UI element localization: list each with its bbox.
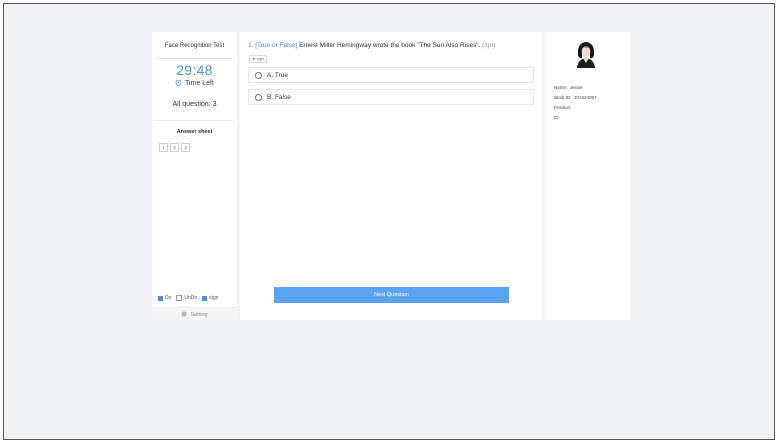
option-label: A. True	[267, 71, 288, 79]
sign-tag-label: sign	[256, 56, 265, 61]
profile-panel: Name: Jessie Work ID: 201624097 Position…	[545, 32, 630, 320]
profile-name-row: Name: Jessie	[554, 85, 583, 90]
alarm-clock-icon	[175, 79, 182, 88]
profile-work-id: 201624097	[573, 95, 597, 100]
profile-workid-row: Work ID: 201624097	[554, 95, 597, 100]
do-swatch	[158, 295, 163, 301]
legend-do: Do	[165, 295, 172, 301]
radio-button[interactable]	[255, 93, 262, 101]
profile-id-row: ID:	[554, 115, 560, 120]
radio-button[interactable]	[255, 71, 262, 79]
left-panel: Face Recognition Test 29:48 Time Left Al…	[152, 32, 237, 321]
next-question-button[interactable]: Next Question	[274, 287, 509, 303]
option-b[interactable]: B. False	[248, 89, 534, 105]
question-title: 1. [True or False] Ernest Miller Hemingw…	[248, 42, 496, 49]
countdown-timer: 29:48	[176, 62, 213, 78]
legend-sign: sign	[209, 295, 219, 301]
question-text: Ernest Miller Hemingway wrote the book "…	[299, 42, 481, 49]
profile-info: Name: Jessie Work ID: 201624097 Position…	[554, 83, 596, 123]
profile-name: Jessie	[569, 85, 583, 90]
gear-icon	[181, 310, 188, 319]
user-avatar	[570, 38, 602, 70]
undo-swatch	[176, 295, 183, 301]
answer-sheet-item[interactable]: 1	[159, 143, 168, 152]
status-legend: Do UnDo sign	[158, 295, 218, 301]
answer-sheet-item[interactable]: 3	[181, 143, 190, 152]
setting-button[interactable]: Setting	[152, 307, 237, 321]
divider	[156, 58, 233, 59]
answer-sheet: 1 2 3	[159, 143, 237, 152]
star-icon: ★	[252, 56, 256, 61]
question-panel: 1. [True or False] Ernest Miller Hemingw…	[240, 32, 542, 320]
divider	[156, 120, 233, 121]
question-count: All question: 3	[172, 101, 217, 108]
time-left-label: Time Left	[185, 80, 214, 87]
option-label: B. False	[267, 93, 291, 101]
test-title: Face Recognition Test	[164, 43, 225, 49]
app-frame: Face Recognition Test 29:48 Time Left Al…	[3, 3, 775, 440]
sign-swatch	[202, 295, 208, 301]
question-type: 1. [True or False]	[248, 42, 298, 49]
answer-sheet-title: Answer sheet	[176, 129, 213, 135]
option-a[interactable]: A. True	[248, 67, 534, 83]
profile-position-row: Position:	[554, 105, 572, 110]
answer-sheet-item[interactable]: 2	[170, 143, 179, 152]
time-left-row: Time Left	[152, 79, 237, 88]
legend-undo: UnDo	[184, 295, 198, 301]
setting-label: Setting	[190, 311, 208, 318]
sign-tag[interactable]: ★ sign	[249, 55, 268, 63]
question-points: (1pt)	[482, 42, 496, 49]
